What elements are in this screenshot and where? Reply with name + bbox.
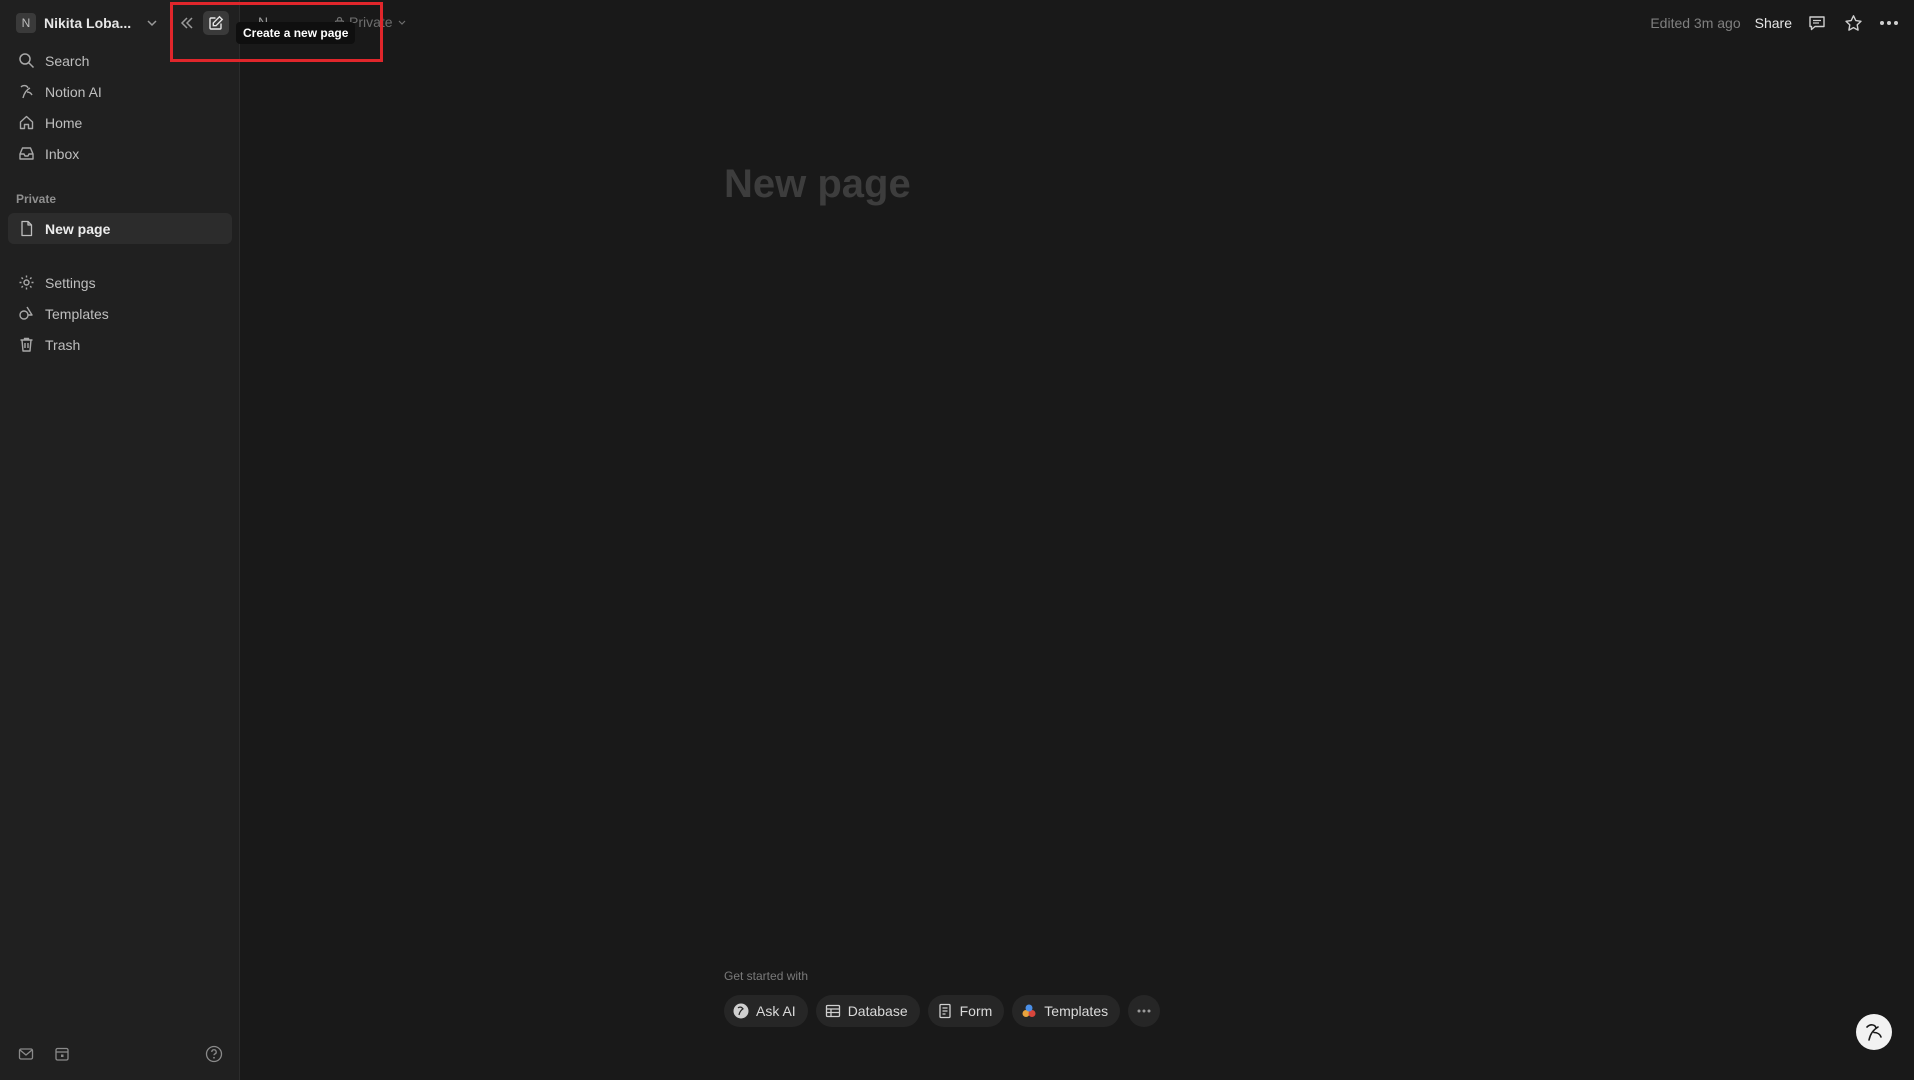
templates-chip[interactable]: Templates: [1012, 995, 1121, 1027]
chevron-down-icon: [398, 20, 406, 25]
sidebar-item-new-page[interactable]: New page: [8, 213, 232, 244]
more-options-chip[interactable]: [1128, 995, 1161, 1027]
sidebar-item-label: Trash: [45, 336, 81, 353]
sidebar-item-label: Search: [45, 52, 90, 69]
sidebar-item-label: Inbox: [45, 145, 80, 162]
app-window: N Nikita Loba... Search Notion AI Home I…: [0, 0, 1914, 1080]
sidebar-item-trash[interactable]: Trash: [8, 329, 232, 360]
notion-ai-icon: [20, 84, 33, 99]
notion-ai-icon: [1866, 1024, 1882, 1041]
sidebar-item-settings[interactable]: Settings: [8, 267, 232, 298]
workspace-avatar: N: [16, 13, 36, 33]
trash-icon: [20, 337, 33, 352]
comments-button[interactable]: [1806, 12, 1828, 34]
workspace-switcher[interactable]: N Nikita Loba...: [12, 10, 163, 36]
sidebar-top-nav: Search Notion AI Home Inbox: [8, 45, 232, 169]
chip-label: Database: [847, 1003, 908, 1019]
table-icon: [825, 1004, 840, 1018]
chip-label: Ask AI: [756, 1003, 796, 1019]
gear-icon: [19, 275, 34, 290]
form-icon: [938, 1003, 951, 1019]
more-icon: [1880, 21, 1898, 25]
sidebar: N Nikita Loba... Search Notion AI Home I…: [0, 0, 240, 1080]
sidebar-pages: New page: [8, 213, 232, 244]
page-title-placeholder[interactable]: New page: [724, 162, 911, 207]
search-icon: [19, 53, 35, 69]
sidebar-item-label: Notion AI: [45, 83, 102, 100]
database-chip[interactable]: Database: [815, 995, 920, 1027]
star-icon: [1844, 14, 1862, 31]
sidebar-item-label: New page: [45, 220, 111, 237]
templates-color-icon: [1022, 1004, 1036, 1017]
page-icon: [21, 220, 33, 237]
notion-ai-icon: [733, 1003, 749, 1019]
notion-ai-fab[interactable]: [1856, 1014, 1892, 1050]
sidebar-bottom-nav: Settings Templates Trash: [8, 267, 232, 360]
templates-icon: [19, 306, 33, 320]
share-button[interactable]: Share: [1755, 15, 1792, 31]
topbar-actions: Edited 3m ago Share: [1650, 11, 1900, 35]
sidebar-item-inbox[interactable]: Inbox: [8, 138, 232, 169]
comment-icon: [1809, 16, 1825, 31]
mail-icon[interactable]: [16, 1044, 36, 1064]
sidebar-item-home[interactable]: Home: [8, 107, 232, 138]
more-options-button[interactable]: [1878, 12, 1900, 34]
section-label-private[interactable]: Private: [16, 192, 56, 206]
chip-label: Templates: [1044, 1003, 1109, 1019]
workspace-name: Nikita Loba...: [44, 15, 132, 31]
inbox-icon: [19, 147, 34, 160]
chevron-down-icon: [147, 20, 157, 27]
sidebar-item-label: Templates: [45, 305, 109, 322]
sidebar-item-templates[interactable]: Templates: [8, 298, 232, 329]
get-started-chips: Ask AI Database Form Templates: [724, 995, 1161, 1027]
more-icon: [1137, 1009, 1151, 1013]
favorite-button[interactable]: [1842, 12, 1864, 34]
calendar-icon[interactable]: [52, 1044, 72, 1064]
sidebar-item-notion-ai[interactable]: Notion AI: [8, 76, 232, 107]
form-chip[interactable]: Form: [927, 995, 1005, 1027]
sidebar-item-label: Home: [45, 114, 83, 131]
sidebar-footer: [0, 1044, 240, 1066]
get-started-label: Get started with: [724, 969, 809, 983]
highlight-annotation-box: [170, 2, 383, 62]
chip-label: Form: [959, 1003, 993, 1019]
edited-timestamp: Edited 3m ago: [1650, 15, 1741, 31]
home-icon: [19, 115, 34, 130]
help-icon[interactable]: [204, 1044, 224, 1064]
ask-ai-chip[interactable]: Ask AI: [724, 995, 808, 1027]
sidebar-item-label: Settings: [45, 274, 96, 291]
